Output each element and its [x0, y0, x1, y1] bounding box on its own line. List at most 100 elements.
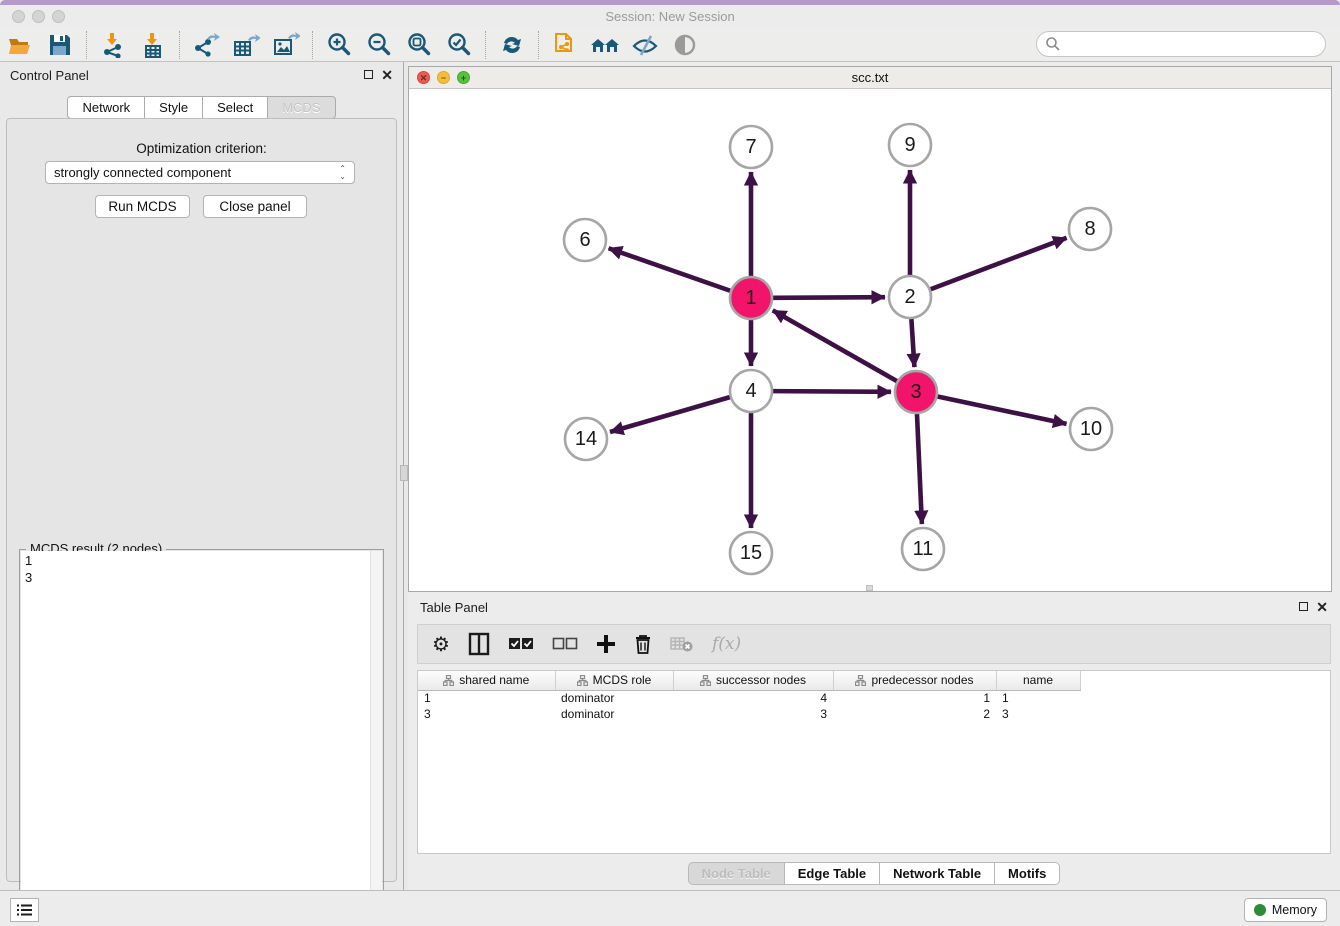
zoom-out-icon[interactable]: [364, 31, 394, 59]
graph-node-3[interactable]: 3: [895, 371, 937, 413]
delete-table-icon[interactable]: [670, 631, 694, 657]
graph-edge-1-2[interactable]: [773, 297, 885, 298]
delete-column-icon[interactable]: [634, 631, 652, 657]
tab-network-table[interactable]: Network Table: [879, 862, 994, 885]
minimize-window-button[interactable]: [32, 10, 45, 23]
graph-node-8[interactable]: 8: [1069, 208, 1111, 250]
run-mcds-button[interactable]: Run MCDS: [95, 195, 190, 218]
window-resize-handle[interactable]: [866, 585, 873, 591]
table-cell[interactable]: dominator: [555, 690, 673, 706]
table-cell[interactable]: 1: [833, 690, 996, 706]
column-header-successor-nodes[interactable]: successor nodes: [673, 671, 833, 690]
hide-eye-icon[interactable]: [630, 31, 660, 59]
export-image-icon[interactable]: [271, 31, 301, 59]
svg-text:8: 8: [1084, 218, 1095, 240]
graph-node-2[interactable]: 2: [889, 276, 931, 318]
graph-node-14[interactable]: 14: [565, 418, 607, 460]
network-canvas[interactable]: 7 9 6 8 1 2 4 3 14 10 15 11: [409, 89, 1331, 591]
graph-node-4[interactable]: 4: [730, 370, 772, 412]
tab-edge-table[interactable]: Edge Table: [784, 862, 879, 885]
column-header-name[interactable]: name: [996, 671, 1080, 690]
main-toolbar: [0, 28, 1340, 62]
search-box[interactable]: [1036, 31, 1326, 57]
export-table-icon[interactable]: [231, 31, 261, 59]
graph-node-15[interactable]: 15: [730, 532, 772, 574]
svg-text:9: 9: [904, 134, 915, 156]
graph-node-7[interactable]: 7: [730, 126, 772, 168]
graph-edge-3-1[interactable]: [773, 310, 897, 381]
graph-edge-4-3[interactable]: [773, 391, 891, 392]
memory-button[interactable]: Memory: [1244, 898, 1327, 922]
export-network-icon[interactable]: [191, 31, 221, 59]
table-cell[interactable]: dominator: [555, 706, 673, 722]
table-row[interactable]: 1dominator411: [418, 690, 1080, 706]
table-cell[interactable]: 3: [996, 706, 1080, 722]
graph-svg: 7 9 6 8 1 2 4 3 14 10 15 11: [409, 89, 1331, 591]
graph-node-6[interactable]: 6: [564, 219, 606, 261]
table-cell[interactable]: 1: [996, 690, 1080, 706]
gear-icon[interactable]: ⚙: [432, 631, 450, 657]
table-cell[interactable]: 1: [418, 690, 555, 706]
graph-node-11[interactable]: 11: [902, 528, 944, 570]
show-eye-icon[interactable]: [670, 31, 700, 59]
duplicate-network-icon[interactable]: [550, 31, 580, 59]
home-pair-icon[interactable]: [590, 31, 620, 59]
zoom-window-button[interactable]: [52, 10, 65, 23]
close-table-panel-icon[interactable]: ✕: [1316, 600, 1328, 614]
tab-style[interactable]: Style: [144, 96, 202, 119]
task-history-button[interactable]: [10, 898, 39, 922]
network-close-icon[interactable]: ✕: [417, 71, 430, 84]
table-cell[interactable]: 3: [418, 706, 555, 722]
close-panel-icon[interactable]: ✕: [381, 68, 393, 82]
close-window-button[interactable]: [12, 10, 25, 23]
select-all-icon[interactable]: [508, 631, 534, 657]
graph-node-1[interactable]: 1: [730, 277, 772, 319]
open-session-icon[interactable]: [5, 31, 35, 59]
function-builder-icon[interactable]: f(x): [712, 631, 741, 657]
graph-edge-2-8[interactable]: [931, 238, 1067, 289]
memory-label: Memory: [1272, 903, 1317, 917]
import-table-icon[interactable]: [138, 31, 168, 59]
search-input[interactable]: [1061, 33, 1325, 55]
close-panel-button[interactable]: Close panel: [203, 195, 307, 218]
result-scrollbar[interactable]: [370, 551, 382, 919]
table-cell[interactable]: 4: [673, 690, 833, 706]
table-cell[interactable]: 2: [833, 706, 996, 722]
import-network-icon[interactable]: [98, 31, 128, 59]
mcds-result-text[interactable]: 1 3: [21, 551, 371, 919]
graph-edge-3-10[interactable]: [938, 397, 1067, 424]
splitter-handle[interactable]: [400, 465, 408, 481]
tab-motifs[interactable]: Motifs: [994, 862, 1060, 885]
tab-network[interactable]: Network: [67, 96, 144, 119]
titlebar: Session: New Session: [0, 5, 1340, 28]
column-header-shared-name[interactable]: shared name: [418, 671, 555, 690]
tab-select[interactable]: Select: [202, 96, 267, 119]
refresh-layout-icon[interactable]: [497, 31, 527, 59]
tab-mcds[interactable]: MCDS: [267, 96, 335, 119]
network-minimize-icon[interactable]: −: [437, 71, 450, 84]
graph-edge-3-11[interactable]: [917, 414, 922, 524]
graph-edge-1-6[interactable]: [609, 248, 731, 290]
add-column-icon[interactable]: [596, 631, 616, 657]
network-maximize-icon[interactable]: +: [457, 71, 470, 84]
table-row[interactable]: 3dominator323: [418, 706, 1080, 722]
deselect-all-icon[interactable]: [552, 631, 578, 657]
save-session-icon[interactable]: [45, 31, 75, 59]
svg-text:10: 10: [1080, 418, 1102, 440]
zoom-fit-icon[interactable]: [404, 31, 434, 59]
zoom-in-icon[interactable]: [324, 31, 354, 59]
float-table-panel-icon[interactable]: [1299, 601, 1308, 613]
tab-node-table[interactable]: Node Table: [688, 862, 784, 885]
table-cell[interactable]: 3: [673, 706, 833, 722]
criterion-select[interactable]: strongly connected component ⌃⌄: [45, 161, 355, 184]
graph-node-10[interactable]: 10: [1070, 408, 1112, 450]
zoom-selected-icon[interactable]: [444, 31, 474, 59]
float-panel-icon[interactable]: [364, 69, 373, 81]
graph-edge-4-14[interactable]: [610, 397, 730, 432]
column-layout-icon[interactable]: [468, 631, 490, 657]
graph-edge-2-3[interactable]: [911, 319, 914, 367]
column-header-predecessor-nodes[interactable]: predecessor nodes: [833, 671, 996, 690]
mcds-panel: Optimization criterion: strongly connect…: [6, 118, 397, 882]
column-header-MCDS-role[interactable]: MCDS role: [555, 671, 673, 690]
graph-node-9[interactable]: 9: [889, 124, 931, 166]
